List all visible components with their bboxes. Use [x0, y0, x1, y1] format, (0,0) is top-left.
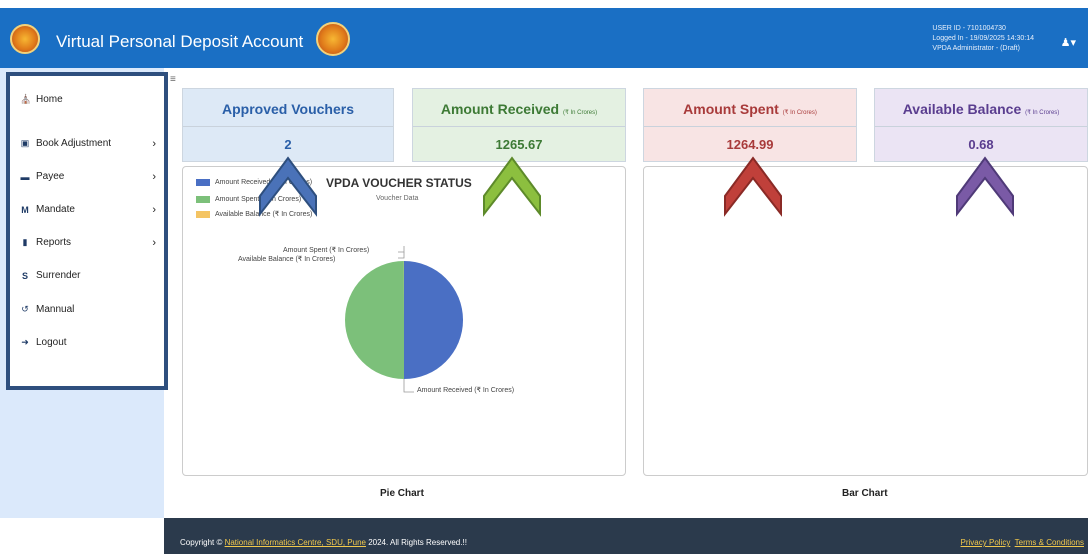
chevron-right-icon: › — [152, 170, 156, 183]
sidebar-item-mandate[interactable]: M Mandate › — [20, 203, 156, 216]
card-title: Available Balance (₹ In Crores) — [902, 101, 1060, 117]
home-icon: ⛪ — [20, 94, 32, 104]
sidebar-item-reports[interactable]: ▮ Reports › — [20, 236, 156, 249]
logged-in-time: Logged In - 19/09/2025 14:30:14 — [932, 35, 1034, 42]
user-menu-icon[interactable]: ♟▾ — [1061, 36, 1076, 49]
available-balance-card[interactable]: Available Balance (₹ In Crores) 0.68 — [874, 88, 1088, 162]
card-title: Approved Vouchers — [222, 101, 354, 117]
user-info: USER ID - 7101004730 Logged In - 19/09/2… — [932, 24, 1034, 54]
chevron-right-icon: › — [152, 203, 156, 216]
mandate-icon: M — [21, 204, 29, 215]
nic-link[interactable]: National Informatics Centre, SDU, Pune — [225, 538, 366, 547]
sidebar-item-home[interactable]: ⛪ Home — [20, 94, 156, 105]
emblem-logo — [10, 24, 40, 54]
sidebar-item-label: Book Adjustment — [36, 138, 112, 149]
card-divider — [413, 126, 625, 127]
copyright-text: Copyright © National Informatics Centre,… — [180, 538, 467, 547]
page-footer: Copyright © National Informatics Centre,… — [164, 518, 1088, 554]
sidebar-nav: ⛪ Home ▣ Book Adjustment › ▬ Payee › M M… — [6, 72, 168, 390]
user-role: VPDA Administrator - (Draft) — [932, 45, 1020, 52]
privacy-policy-link[interactable]: Privacy Policy — [961, 538, 1011, 547]
app-title: Virtual Personal Deposit Account — [56, 32, 304, 51]
sidebar-item-logout[interactable]: ➜ Logout — [20, 337, 156, 348]
book-icon: ▣ — [20, 138, 30, 148]
logout-icon: ➜ — [21, 337, 29, 347]
user-id: USER ID - 7101004730 — [932, 25, 1006, 32]
approved-vouchers-card[interactable]: Approved Vouchers 2 — [182, 88, 394, 162]
chevron-right-icon: › — [152, 236, 156, 249]
manual-icon: ↺ — [21, 304, 29, 314]
terms-link[interactable]: Terms & Conditions — [1015, 538, 1084, 547]
hamburger-menu-icon[interactable]: ≡ — [170, 74, 176, 85]
surrender-icon: S — [21, 270, 28, 281]
pie-label-received: Amount Received (₹ In Crores) — [417, 387, 515, 394]
app-header: Virtual Personal Deposit Account USER ID… — [0, 8, 1088, 68]
leader-line-spent — [398, 246, 405, 253]
sidebar-item-label: Reports — [36, 237, 72, 248]
payee-icon: ▬ — [20, 171, 30, 182]
pie-label-spent: Amount Spent (₹ In Crores) — [283, 247, 370, 254]
sidebar-item-surrender[interactable]: S Surrender — [20, 270, 156, 281]
card-value: 0.68 — [968, 137, 994, 152]
reports-icon: ▮ — [22, 237, 28, 247]
card-divider — [875, 126, 1087, 127]
pie-slice-1[interactable] — [345, 261, 404, 379]
pie-label-balance: Available Balance (₹ In Crores) — [238, 256, 336, 263]
sidebar-item-label: Surrender — [36, 270, 81, 281]
sidebar-item-manual[interactable]: ↺ Mannual — [20, 304, 156, 315]
leader-line-balance — [398, 252, 405, 259]
footer-links: Privacy Policy Terms & Conditions — [961, 538, 1084, 547]
bar-chart-panel — [643, 166, 1088, 476]
top-strip — [0, 0, 1088, 8]
chevron-right-icon: › — [152, 137, 156, 150]
card-divider — [183, 126, 393, 127]
amount-received-card[interactable]: Amount Received (₹ In Crores) 1265.67 — [412, 88, 626, 162]
vpda-logo — [316, 22, 350, 56]
sidebar-item-label: Home — [36, 94, 63, 105]
card-value: 1264.99 — [726, 137, 774, 152]
sidebar-item-label: Payee — [36, 171, 65, 182]
sidebar-item-label: Mannual — [36, 304, 75, 315]
bar-chart-caption: Bar Chart — [842, 488, 888, 499]
card-title: Amount Spent (₹ In Crores) — [683, 101, 817, 117]
card-value: 2 — [284, 137, 292, 152]
card-divider — [644, 126, 856, 127]
pie-chart-caption: Pie Chart — [380, 488, 424, 499]
amount-spent-card[interactable]: Amount Spent (₹ In Crores) 1264.99 — [643, 88, 857, 162]
sidebar-item-book-adjustment[interactable]: ▣ Book Adjustment › — [20, 137, 156, 150]
card-title: Amount Received (₹ In Crores) — [440, 101, 598, 117]
pie-chart-svg — [345, 246, 464, 393]
sidebar-item-payee[interactable]: ▬ Payee › — [20, 170, 157, 183]
card-value: 1265.67 — [495, 137, 543, 152]
pie-slice-0[interactable] — [404, 261, 464, 379]
sidebar-item-label: Logout — [36, 337, 67, 348]
sidebar-item-label: Mandate — [36, 204, 75, 215]
